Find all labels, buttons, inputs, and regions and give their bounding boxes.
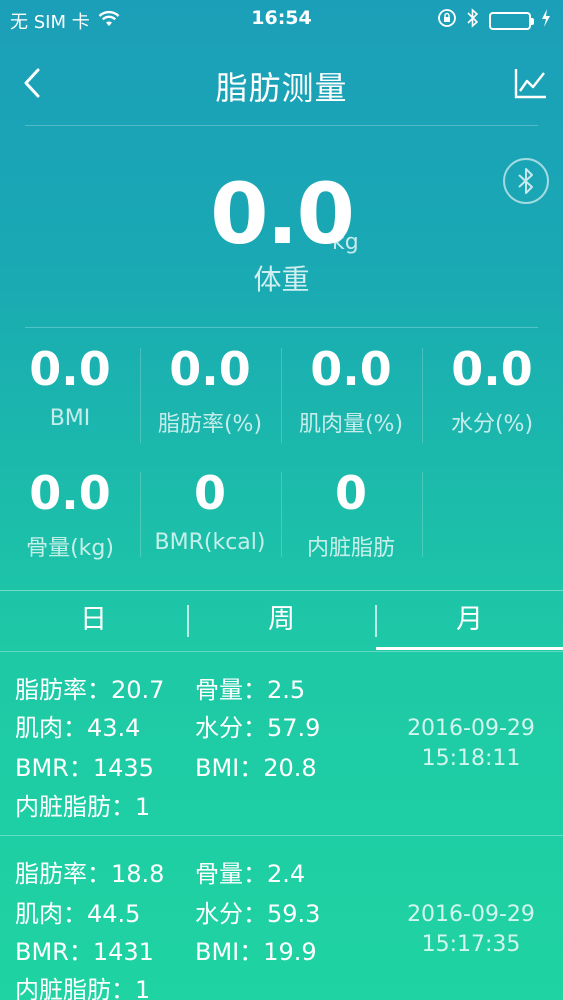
list-item[interactable]: 脂肪率：20.7 骨量：2.5 肌肉：43.4 水分：57.9 BMR：1435… xyxy=(0,652,563,834)
line-chart-icon xyxy=(514,69,546,99)
record-bmr: BMR：1435 xyxy=(15,754,154,782)
metric-bmr: 0 BMR(kcal) xyxy=(140,462,280,555)
metric-value: 0 xyxy=(193,466,226,520)
charging-icon xyxy=(541,9,551,32)
record-visceral-fat: 内脏脂肪：1 xyxy=(15,976,151,1000)
record-time: 15:18:11 xyxy=(421,746,521,771)
column-divider xyxy=(281,348,282,443)
record-muscle: 肌肉：44.5 xyxy=(15,900,141,928)
record-time: 15:17:35 xyxy=(421,932,521,957)
record-bone: 骨量：2.4 xyxy=(195,860,306,888)
record-bmi: BMI：20.8 xyxy=(195,754,317,782)
metric-fat-rate: 0.0 脂肪率(%) xyxy=(140,338,280,438)
list-item[interactable]: 脂肪率：18.8 骨量：2.4 肌肉：44.5 水分：59.3 BMR：1431… xyxy=(0,836,563,1000)
bluetooth-icon xyxy=(467,8,479,33)
record-bmr: BMR：1431 xyxy=(15,938,154,966)
column-divider xyxy=(140,472,141,557)
metric-value: 0.0 xyxy=(310,342,392,396)
column-divider xyxy=(140,348,141,443)
metric-bmi: 0.0 BMI xyxy=(0,338,140,431)
active-tab-indicator xyxy=(376,647,563,650)
weight-value: 0.0 xyxy=(210,165,355,263)
rotation-lock-icon xyxy=(437,8,457,33)
metric-label: 水分(%) xyxy=(450,412,534,437)
period-tabs: 日 周 月 xyxy=(0,591,563,651)
column-divider xyxy=(422,472,423,557)
record-bone: 骨量：2.5 xyxy=(195,676,306,704)
record-fat-rate: 脂肪率：18.8 xyxy=(15,860,165,888)
metric-value: 0.0 xyxy=(451,342,533,396)
weight-unit: kg xyxy=(332,230,359,255)
metric-value: 0.0 xyxy=(169,342,251,396)
metric-label: BMR(kcal) xyxy=(154,530,266,555)
record-visceral-fat: 内脏脂肪：1 xyxy=(15,793,151,821)
metric-muscle: 0.0 肌肉量(%) xyxy=(281,338,421,438)
column-divider xyxy=(281,472,282,557)
tab-month[interactable]: 月 xyxy=(376,591,563,651)
battery-icon xyxy=(489,11,534,30)
metric-visceral-fat: 0 内脏脂肪 xyxy=(281,462,421,562)
chart-button[interactable] xyxy=(511,63,551,103)
divider xyxy=(25,125,538,126)
metric-value: 0.0 xyxy=(29,466,111,520)
page-title: 脂肪测量 xyxy=(215,69,348,107)
column-divider xyxy=(422,348,423,443)
metric-value: 0 xyxy=(334,466,367,520)
divider xyxy=(25,327,538,328)
metric-water: 0.0 水分(%) xyxy=(422,338,562,438)
metric-label: BMI xyxy=(49,406,91,431)
metric-label: 骨量(kg) xyxy=(26,536,114,561)
record-water: 水分：57.9 xyxy=(195,714,321,742)
metric-label: 肌肉量(%) xyxy=(298,412,404,437)
record-bmi: BMI：19.9 xyxy=(195,938,317,966)
metric-label: 脂肪率(%) xyxy=(157,412,263,437)
record-water: 水分：59.3 xyxy=(195,900,321,928)
tab-week[interactable]: 周 xyxy=(188,591,375,651)
tab-day[interactable]: 日 xyxy=(0,591,187,651)
status-right xyxy=(437,8,551,33)
status-bar: 无 SIM 卡 16:54 xyxy=(0,0,563,36)
record-muscle: 肌肉：43.4 xyxy=(15,714,141,742)
metric-label: 内脏脂肪 xyxy=(306,536,395,561)
record-fat-rate: 脂肪率：20.7 xyxy=(15,676,165,704)
metric-value: 0.0 xyxy=(29,342,111,396)
record-date: 2016-09-29 xyxy=(407,902,535,927)
nav-bar: 脂肪测量 xyxy=(0,45,563,120)
weight-label: 体重 xyxy=(253,263,310,296)
metric-bone: 0.0 骨量(kg) xyxy=(0,462,140,562)
record-date: 2016-09-29 xyxy=(407,716,535,741)
